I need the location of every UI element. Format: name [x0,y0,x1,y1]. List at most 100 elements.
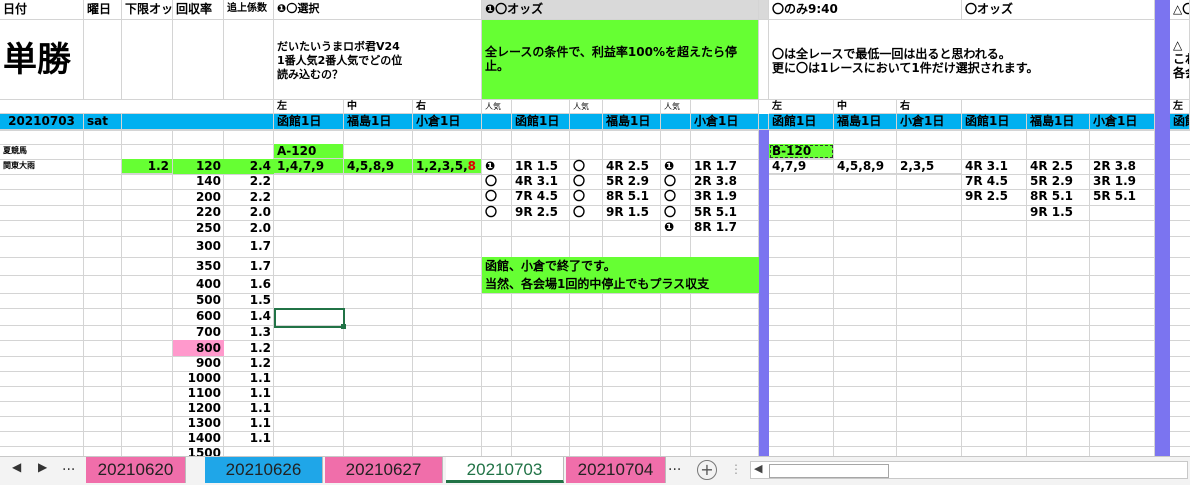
odds-hakodate: 7R 4.5 [515,189,559,203]
date-cell: 20210703 [0,114,84,130]
tab-more-left[interactable]: ... [62,458,75,474]
venue-hakodate: 函館1日 [769,114,834,130]
odds2-f: 4R 2.5 [1030,159,1074,173]
ninki-label: 人気 [482,100,512,114]
empty-cell [962,100,1155,114]
green-note-plus: 当然、各会場1回的中停止でもプラス収支 [482,275,759,293]
grid-col-line [896,130,897,456]
empty-cell [603,100,661,114]
multiplier-value: 1.7 [249,259,271,273]
tab-split-handle[interactable]: ⋮ [730,462,742,476]
multiplier-value: 2.2 [249,190,271,204]
ninki-label: 人気 [570,100,603,114]
odds2-f: 5R 2.9 [1030,174,1074,188]
mark-icon: ❶ [664,159,675,173]
recovery-value: 1200 [187,401,221,415]
grid-col-line [833,130,834,456]
venue-kokura: 小倉1日 [1090,114,1155,130]
mark-icon: 〇 [573,174,586,188]
odds2-h: 4R 3.1 [965,159,1009,173]
grid-row-line [0,144,1190,145]
header-next-group: △〇 [1170,0,1190,20]
sheet-tab[interactable]: 20210626 [205,457,323,483]
recovery-value: 800 [173,340,224,356]
odds2-k: 5R 5.1 [1093,189,1137,203]
pos-right: 右 [413,100,482,114]
odds2-h: 7R 4.5 [965,174,1009,188]
multiplier-value: 1.2 [249,341,271,355]
sheet-tab[interactable]: 20210704 [566,457,666,483]
header-spacer [759,0,769,20]
empty-cell [512,100,570,114]
selection-b-label[interactable]: B-120 [769,144,834,159]
multiplier-value: 2.2 [249,174,271,188]
venue-fukushima: 福島1日 [344,114,413,130]
empty-cell [759,114,769,130]
tab-scroll-left-icon[interactable]: ◀ [12,460,21,474]
grid-col-line [343,130,344,456]
note-line: これ [1173,52,1189,66]
spreadsheet-grid[interactable]: 日付 曜日 下限オッ 回収率 追上係数 ❶〇選択 ❶〇オッズ 〇のみ9:40 〇… [0,0,1190,456]
venue-fukushima: 福島1日 [603,114,661,130]
tab-scroll-right-icon[interactable]: ▶ [38,460,47,474]
multiplier-value: 1.1 [249,401,271,415]
recovery-value: 250 [195,221,221,235]
recovery-value: 120 [173,159,224,174]
recovery-value: 1000 [187,371,221,385]
pos-left: 左 [1170,100,1190,114]
header-weekday: 曜日 [84,0,122,20]
active-cell[interactable] [274,308,345,328]
pos-left: 左 [274,100,344,114]
mark-icon: 〇 [573,189,586,203]
note-maru: 〇は全レースで最低一回は出ると思われる。 更に〇は1レースにおいて1件だけ選択さ… [769,20,1155,100]
sheet-tab[interactable]: 20210627 [325,457,443,483]
odds-hakodate: 1R 1.5 [515,159,559,173]
odds2-h: 9R 2.5 [965,189,1009,203]
sheet-tab[interactable]: 20210703 [446,457,564,483]
recovery-value: 1100 [187,386,221,400]
odds2-f: 8R 5.1 [1030,189,1074,203]
recovery-value: 220 [195,205,221,219]
scroll-left-icon[interactable]: ◀ [754,462,762,475]
empty-cell [482,114,512,130]
selection-a-mid: 4,5,8,9 [344,159,413,174]
venue-hakodate: 函館1日 [274,114,344,130]
odds-kokura: 8R 1.7 [694,220,738,234]
sheet-tab[interactable]: 20210620 [86,457,186,483]
tab-more-right[interactable]: ... [668,458,681,474]
recovery-value: 350 [195,259,221,273]
multiplier-value: 1.1 [249,431,271,445]
divider-column [759,130,769,456]
pos-left: 左 [769,100,834,114]
note-line: 読み込むの？ [277,68,343,81]
divider-column [1155,0,1170,456]
empty-cell [691,100,759,114]
sheet-title: 単勝 [0,20,84,100]
odds-hakodate: 9R 2.5 [515,205,559,219]
venue-partial: 函館 [1170,114,1190,130]
pos-right: 右 [897,100,962,114]
note-line: 更に〇は1レースにおいて1件だけ選択されます。 [772,61,1039,75]
mark-icon: ❶ [664,220,675,234]
mark-icon: 〇 [485,174,498,188]
odds-fukushima: 5R 2.9 [606,174,650,188]
recovery-value: 400 [195,277,221,291]
horizontal-scrollbar[interactable]: ◀ [750,461,1188,479]
pos-mid: 中 [344,100,413,114]
multiplier-value [224,446,274,456]
multiplier-value: 1.1 [249,416,271,430]
recovery-value: 200 [195,190,221,204]
venue-kokura: 小倉1日 [691,114,759,130]
empty-cell [84,20,122,100]
odds-kokura: 5R 5.1 [694,205,738,219]
add-sheet-button[interactable]: + [697,460,717,480]
header-date: 日付 [0,0,84,20]
note-line: だいたいうまロボ君V24 [277,40,400,53]
scrollbar-thumb[interactable] [769,464,889,478]
fill-handle[interactable] [341,324,346,329]
mark-icon: 〇 [485,205,498,219]
header-bet-multiplier: 追上係数 [224,0,274,20]
recovery-value: 1400 [187,431,221,445]
mark-icon: 〇 [664,205,677,219]
empty-cell [173,20,224,100]
